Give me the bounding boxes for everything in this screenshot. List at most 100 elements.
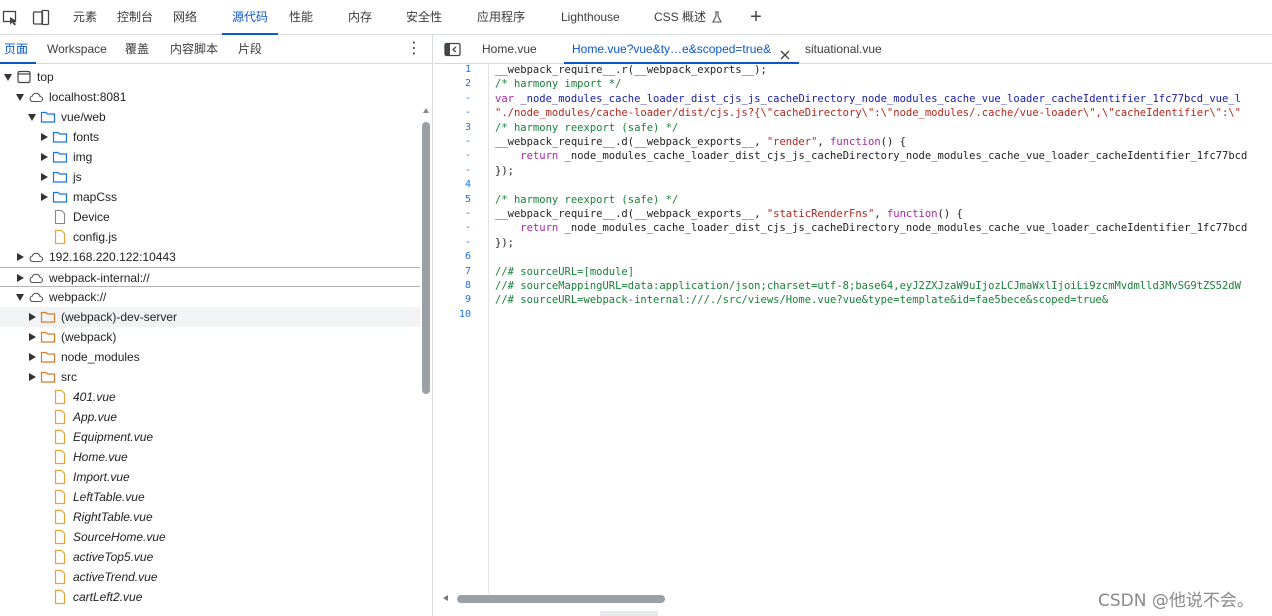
tree-item[interactable]: SourceHome.vue (0, 527, 420, 547)
code-token: () { (937, 208, 963, 220)
tree-item[interactable]: img (0, 147, 420, 167)
device-toggle-icon[interactable] (32, 9, 50, 27)
collapsed-arrow-icon[interactable] (29, 373, 36, 381)
tab-lighthouse[interactable]: Lighthouse (561, 0, 620, 35)
tree-item[interactable]: config.js (0, 227, 420, 247)
file-icon (52, 209, 68, 225)
code-token: , (874, 208, 887, 220)
collapsed-arrow-icon[interactable] (29, 353, 36, 361)
collapsed-arrow-icon[interactable] (41, 193, 48, 201)
tree-item-label: img (73, 150, 93, 164)
navigator-vertical-scrollbar[interactable] (422, 122, 430, 394)
tree-item[interactable]: top (0, 67, 420, 87)
tab-overrides[interactable]: 覆盖 (125, 35, 149, 64)
js-file-icon (52, 529, 68, 545)
tree-item[interactable]: vue/web (0, 107, 420, 127)
more-options-icon[interactable]: ⋮ (406, 39, 422, 59)
scroll-left-arrow-icon[interactable] (443, 595, 448, 601)
tree-item[interactable]: Home.vue (0, 447, 420, 467)
code-token: "staticRenderFns" (766, 208, 875, 220)
tab-page[interactable]: 页面 (0, 35, 37, 64)
tree-item[interactable]: cartLeft2.vue (0, 587, 420, 607)
collapsed-arrow-icon[interactable] (41, 153, 48, 161)
tree-item[interactable]: Import.vue (0, 467, 420, 487)
tree-item-label: config.js (73, 230, 118, 244)
editor-status-strip (600, 611, 658, 616)
inspect-icon[interactable] (2, 9, 20, 27)
tree-item[interactable]: 192.168.220.122:10443 (0, 247, 420, 267)
tree-item-label: webpack-internal:// (49, 271, 150, 285)
expanded-arrow-icon[interactable] (28, 114, 36, 121)
tree-item[interactable]: 401.vue (0, 387, 420, 407)
tree-item-label: 401.vue (73, 390, 116, 404)
tree-item[interactable]: Device (0, 207, 420, 227)
close-tab-icon[interactable] (779, 43, 791, 60)
file-tab-home-vue[interactable]: Home.vue (482, 35, 537, 64)
collapsed-arrow-icon[interactable] (29, 333, 36, 341)
tree-item[interactable]: fonts (0, 127, 420, 147)
folder-orange-icon (40, 309, 56, 325)
tree-item[interactable]: webpack-internal:// (0, 267, 420, 287)
collapsed-arrow-icon[interactable] (29, 313, 36, 321)
tree-item[interactable]: mapCss (0, 187, 420, 207)
tab-snippets[interactable]: 片段 (238, 35, 262, 64)
tab-css-overview-label: CSS 概述 (654, 10, 707, 24)
expanded-arrow-icon[interactable] (4, 74, 12, 81)
js-file-icon (52, 509, 68, 525)
tree-item[interactable]: src (0, 367, 420, 387)
tab-performance[interactable]: 性能 (289, 0, 313, 35)
tab-application[interactable]: 应用程序 (477, 0, 525, 35)
tab-network[interactable]: 网络 (173, 0, 197, 35)
navigator-panel: 页面 Workspace 覆盖 内容脚本 片段 ⋮ top localhost:8… (0, 35, 433, 616)
toggle-navigator-icon[interactable] (444, 42, 461, 57)
tab-security[interactable]: 安全性 (406, 0, 442, 35)
tree-item-label: mapCss (73, 190, 118, 204)
code-token: __webpack_require__.r(__webpack_exports_… (495, 64, 767, 76)
tab-memory[interactable]: 内存 (348, 0, 372, 35)
tree-item-label: (webpack) (61, 330, 117, 344)
tree-item[interactable]: activeTrend.vue (0, 567, 420, 587)
editor-horizontal-scrollbar[interactable] (457, 595, 665, 603)
frame-icon (16, 69, 32, 85)
collapsed-arrow-icon[interactable] (41, 173, 48, 181)
file-tab-home-vue-template[interactable]: Home.vue?vue&ty…e&scoped=true& (563, 35, 800, 64)
tab-sources[interactable]: 源代码 (221, 0, 279, 35)
tree-item[interactable]: activeTop5.vue (0, 547, 420, 567)
collapsed-arrow-icon[interactable] (41, 133, 48, 141)
tree-item-label: node_modules (61, 350, 140, 364)
line-number: 3 (464, 121, 471, 133)
tree-item[interactable]: App.vue (0, 407, 420, 427)
collapsed-arrow-icon[interactable] (17, 274, 24, 282)
code-line: /* harmony import */ (495, 77, 621, 91)
tree-item[interactable]: RightTable.vue (0, 507, 420, 527)
file-tab-situational-vue[interactable]: situational.vue (805, 35, 882, 64)
tree-item[interactable]: (webpack)-dev-server (0, 307, 420, 327)
tab-css-overview[interactable]: CSS 概述 (654, 0, 723, 35)
line-number: - (464, 222, 471, 234)
tree-item[interactable]: js (0, 167, 420, 187)
code-line: "./node_modules/cache-loader/dist/cjs.js… (495, 106, 1241, 120)
expanded-arrow-icon[interactable] (16, 294, 24, 301)
scroll-up-arrow-icon[interactable] (423, 108, 429, 113)
collapsed-arrow-icon[interactable] (17, 253, 24, 261)
tree-item[interactable]: node_modules (0, 347, 420, 367)
tab-workspace[interactable]: Workspace (47, 35, 107, 64)
code-area[interactable]: __webpack_require__.r(__webpack_exports_… (495, 64, 1272, 594)
tree-item[interactable]: webpack:// (0, 287, 420, 307)
tab-elements[interactable]: 元素 (73, 0, 97, 35)
tree-item[interactable]: localhost:8081 (0, 87, 420, 107)
code-token: //# sourceURL=webpack-internal:///./src/… (495, 294, 1109, 307)
tree-item[interactable]: Equipment.vue (0, 427, 420, 447)
tree-item[interactable]: LeftTable.vue (0, 487, 420, 507)
tab-content-scripts[interactable]: 内容脚本 (170, 35, 218, 64)
folder-icon (52, 189, 68, 205)
code-token: //# sourceMappingURL=data:application/js… (495, 280, 1241, 292)
code-line: return _node_modules_cache_loader_dist_c… (495, 149, 1247, 163)
code-token: /* harmony import */ (495, 78, 622, 91)
tab-console[interactable]: 控制台 (117, 0, 153, 35)
code-token: _node_modules_cache_loader_dist_cjs_js_c… (558, 150, 1248, 163)
tree-item[interactable]: (webpack) (0, 327, 420, 347)
more-tabs-button[interactable]: + (746, 6, 766, 28)
expanded-arrow-icon[interactable] (16, 94, 24, 101)
